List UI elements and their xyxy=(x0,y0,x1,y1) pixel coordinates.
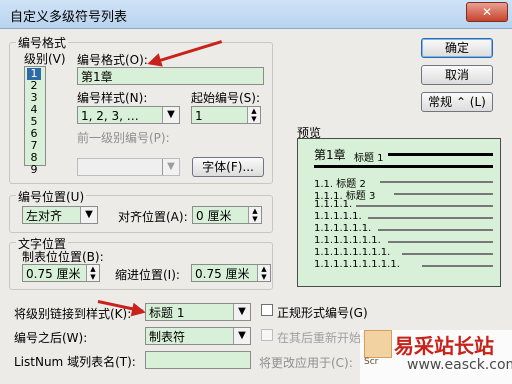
spin-down-icon[interactable]: ▼ xyxy=(87,273,99,281)
legal-style-label: 正规形式编号(G) xyxy=(277,306,368,320)
preview-num: 1.1.1.1.1.1.1.1.1. xyxy=(314,259,400,270)
spin-up-icon[interactable]: ▲ xyxy=(87,265,99,273)
close-button[interactable]: ✕ xyxy=(466,2,508,22)
preview-num: 1.1.1.1.1.1. xyxy=(314,223,372,234)
watermark-logo xyxy=(364,330,392,358)
preview-num: 1.1.1.1.1. xyxy=(314,211,362,222)
start-at-label: 起始编号(S): xyxy=(191,91,261,105)
preview-line1-text: 标题 1 xyxy=(354,153,384,164)
spin-up-icon[interactable]: ▲ xyxy=(248,107,260,115)
preview-line xyxy=(394,193,493,195)
align-at-input[interactable]: 0 厘米 ▲ ▼ xyxy=(192,206,262,224)
legal-style-checkbox[interactable] xyxy=(261,304,273,316)
indent-at-input[interactable]: 0.75 厘米 ▲ ▼ xyxy=(191,264,271,282)
close-icon: ✕ xyxy=(481,5,493,19)
listnum-input[interactable] xyxy=(145,351,251,369)
chevron-down-icon[interactable]: ▼ xyxy=(233,304,250,320)
tab-after-value: 0.75 厘米 xyxy=(26,267,81,281)
tab-after-input[interactable]: 0.75 厘米 ▲ ▼ xyxy=(22,264,100,282)
indent-at-spinner[interactable]: ▲ ▼ xyxy=(257,265,270,281)
prev-level-select[interactable]: ▼ xyxy=(77,158,180,176)
indent-at-label: 缩进位置(I): xyxy=(115,268,180,282)
numbering-position-group-title: 编号位置(U) xyxy=(16,188,87,205)
title-bar: 自定义多级符号列表 ✕ xyxy=(0,0,512,29)
preview-line1-number: 第1章 xyxy=(314,148,346,162)
number-format-input[interactable]: 第1章 xyxy=(77,67,264,85)
chevron-down-icon[interactable]: ▼ xyxy=(233,328,250,344)
listnum-label: ListNum 域列表名(T): xyxy=(14,355,136,369)
indent-at-value: 0.75 厘米 xyxy=(195,267,250,281)
dialog-window: 自定义多级符号列表 ✕ 编号格式 级别(V) 1 2 3 4 5 6 7 8 9… xyxy=(0,0,512,384)
preview-line xyxy=(422,265,493,267)
follow-number-value: 制表符 xyxy=(149,330,186,344)
less-button[interactable]: 常规 ⌃ (L) xyxy=(421,92,493,112)
spin-down-icon[interactable]: ▼ xyxy=(258,273,270,281)
link-style-select[interactable]: 标题 1 ▼ xyxy=(145,303,251,321)
preview-num: 1.1.1.1.1.1.1.1. xyxy=(314,247,391,258)
alignment-select[interactable]: 左对齐 ▼ xyxy=(22,206,98,224)
preview-line xyxy=(314,165,493,168)
spin-up-icon[interactable]: ▲ xyxy=(258,265,270,273)
cancel-button[interactable]: 取消 xyxy=(421,65,493,85)
level-item[interactable]: 9 xyxy=(27,164,41,176)
align-at-spinner[interactable]: ▲ ▼ xyxy=(248,207,261,223)
link-style-value: 标题 1 xyxy=(149,306,185,320)
spin-down-icon[interactable]: ▼ xyxy=(248,115,260,123)
window-title: 自定义多级符号列表 xyxy=(10,10,128,25)
watermark-logo-text: Scr xyxy=(364,357,379,367)
start-at-value: 1 xyxy=(195,109,203,123)
spin-down-icon[interactable]: ▼ xyxy=(249,215,261,223)
number-format-label: 编号格式(O): xyxy=(77,53,148,67)
preview-line xyxy=(402,253,493,255)
preview-num: 1.1.1.1. xyxy=(314,199,353,210)
annotation-arrowhead xyxy=(130,302,148,320)
watermark-site: 易采站长站 xyxy=(394,334,494,358)
preview-panel: 第1章 标题 1 1.1. 标题 2 1.1.1. 标题 3 1.1.1.1. … xyxy=(297,138,501,287)
restart-after-checkbox[interactable] xyxy=(261,329,273,341)
preview-line xyxy=(378,229,493,231)
follow-number-select[interactable]: 制表符 ▼ xyxy=(145,327,251,345)
align-at-label: 对齐位置(A): xyxy=(118,210,188,224)
align-at-value: 0 厘米 xyxy=(196,209,232,223)
number-style-value: 1, 2, 3, … xyxy=(81,109,139,123)
preview-line xyxy=(388,153,493,156)
preview-line xyxy=(368,217,493,219)
spin-up-icon[interactable]: ▲ xyxy=(249,207,261,215)
level-listbox[interactable]: 1 2 3 4 5 6 7 8 9 xyxy=(24,66,46,176)
level-label: 级别(V) xyxy=(24,52,66,66)
preview-num: 1.1.1.1.1.1.1. xyxy=(314,235,381,246)
tab-after-spinner[interactable]: ▲ ▼ xyxy=(86,265,99,281)
chevron-down-icon[interactable]: ▼ xyxy=(162,159,179,175)
watermark-url: www.easck.com xyxy=(407,357,512,373)
preview-line xyxy=(388,241,493,243)
preview-line xyxy=(380,181,493,183)
numbering-format-group-title: 编号格式 xyxy=(16,34,69,51)
tab-after-label: 制表位位置(B): xyxy=(22,250,104,264)
preview-line xyxy=(356,205,493,207)
apply-to-label: 将更改应用于(C): xyxy=(259,356,353,370)
start-at-spinner[interactable]: ▲ ▼ xyxy=(247,107,260,123)
chevron-down-icon[interactable]: ▼ xyxy=(162,107,179,123)
chevron-down-icon[interactable]: ▼ xyxy=(80,207,97,223)
alignment-value: 左对齐 xyxy=(26,209,63,223)
link-style-label: 将级别链接到样式(K): xyxy=(14,307,132,321)
follow-number-label: 编号之后(W): xyxy=(14,331,88,345)
number-style-select[interactable]: 1, 2, 3, … ▼ xyxy=(77,106,180,124)
prev-level-label: 前一级别编号(P): xyxy=(77,131,170,145)
number-style-label: 编号样式(N): xyxy=(77,91,148,105)
font-button[interactable]: 字体(F)... xyxy=(192,157,264,177)
start-at-input[interactable]: 1 ▲ ▼ xyxy=(191,106,261,124)
ok-button[interactable]: 确定 xyxy=(421,38,493,58)
